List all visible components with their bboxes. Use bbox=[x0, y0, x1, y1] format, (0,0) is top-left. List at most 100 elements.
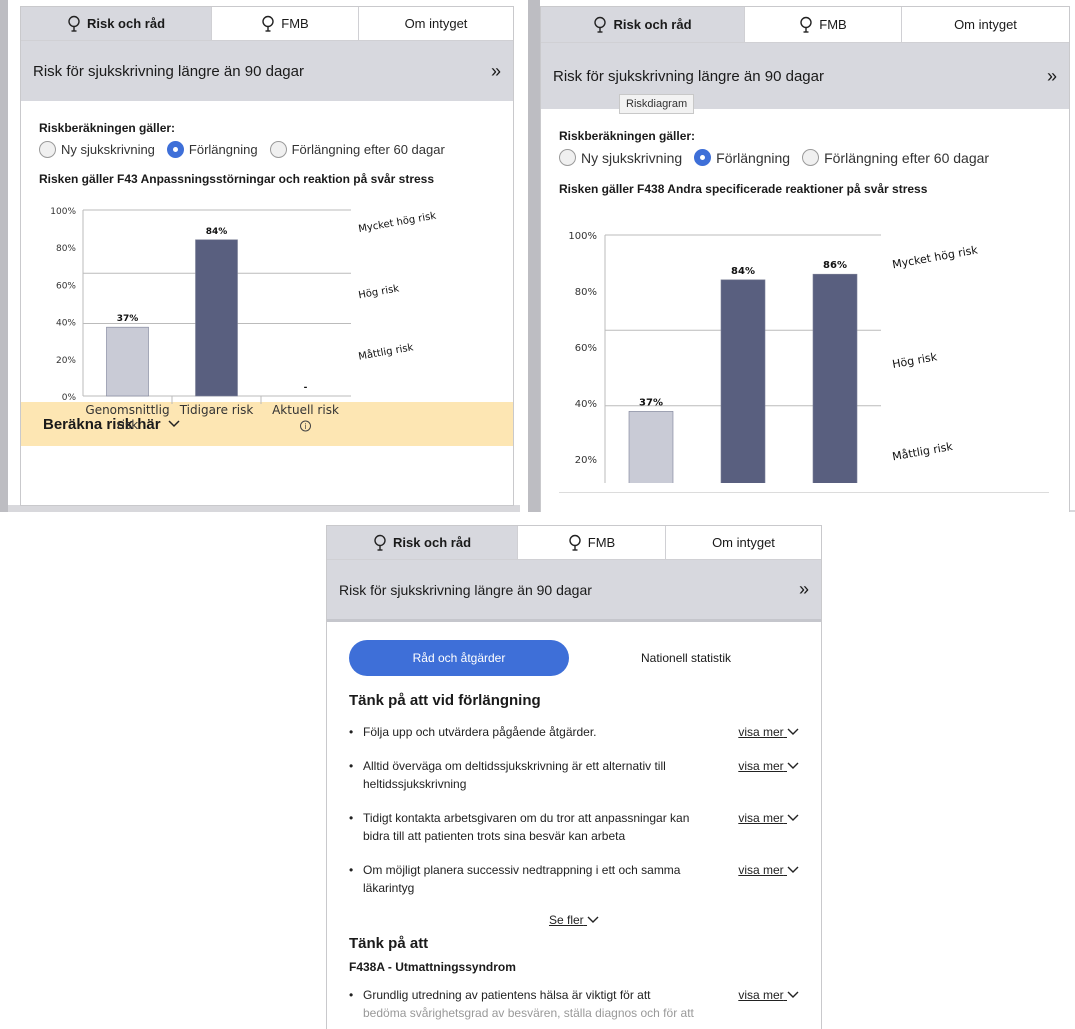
risk-panel-1: Risk och råd FMB Om intyget Risk för sju… bbox=[20, 6, 514, 506]
expand-icon[interactable]: » bbox=[799, 579, 809, 600]
y-tick-label: 80% bbox=[56, 244, 76, 254]
tab-label: Om intyget bbox=[712, 535, 775, 550]
chevron-down-icon bbox=[787, 866, 799, 873]
tab-label: Risk och råd bbox=[86, 16, 166, 31]
tab-risk-och-rad[interactable]: Risk och råd bbox=[21, 7, 211, 40]
se-fler-label: Se fler bbox=[548, 913, 584, 927]
bar bbox=[106, 326, 149, 397]
advice-line: Alltid överväga om deltidssjukskrivning … bbox=[363, 759, 666, 773]
lightbulb-icon bbox=[374, 534, 386, 551]
y-tick-label: 40% bbox=[575, 399, 597, 410]
bar-value-label: 86% bbox=[823, 260, 847, 271]
y-tick-label: 80% bbox=[575, 287, 597, 298]
lightbulb-icon bbox=[594, 16, 607, 33]
radio-label: Ny sjukskrivning bbox=[61, 142, 155, 157]
advice-text: • Alltid överväga om deltidssjukskrivning… bbox=[349, 759, 666, 791]
visa-mer-link[interactable]: visa mer bbox=[738, 723, 799, 757]
visa-mer-link[interactable]: visa mer bbox=[738, 809, 799, 861]
chart-title: Risken gäller F43 Anpassningsstörningar … bbox=[39, 172, 435, 186]
lightbulb-icon bbox=[569, 534, 581, 551]
radio-forlangning[interactable]: Förlängning bbox=[166, 141, 258, 158]
bar-value-label: - bbox=[304, 383, 308, 393]
expand-icon[interactable]: » bbox=[1047, 66, 1057, 87]
visa-mer-link[interactable]: visa mer bbox=[738, 757, 799, 809]
advice-text: • Följa upp och utvärdera pågående åtgärd… bbox=[349, 725, 597, 739]
tab-fmb[interactable]: FMB bbox=[517, 526, 665, 559]
lightbulb-icon bbox=[262, 15, 274, 32]
chevron-down-icon bbox=[787, 991, 799, 998]
advice-line: Om möjligt planera successiv nedtrappnin… bbox=[363, 863, 681, 877]
radio-label: Förlängning bbox=[188, 142, 258, 157]
chevron-down-icon bbox=[587, 916, 599, 923]
advice-body: Råd och åtgärder Nationell statistik Tän… bbox=[327, 622, 821, 1022]
tab-om-intyget[interactable]: Om intyget bbox=[665, 526, 821, 559]
tab-rad-och-atgarder[interactable]: Råd och åtgärder bbox=[349, 640, 569, 676]
risk-panel-2: Risk och råd FMB Om intyget Risk för sju… bbox=[540, 6, 1070, 512]
tab-label: Risk och råd bbox=[392, 535, 472, 550]
list-item: • Om möjligt planera successiv nedtrappni… bbox=[349, 861, 799, 905]
list-item: • Grundlig utredning av patientens hälsa … bbox=[349, 986, 799, 1022]
radio-circle bbox=[39, 141, 56, 158]
advice-line: läkarintyg bbox=[363, 881, 415, 895]
radio-label: Ny sjukskrivning bbox=[581, 149, 683, 166]
x-category-label: Genomsnittlig bbox=[85, 403, 169, 417]
risk-header-title: Risk för sjukskrivning längre än 90 daga… bbox=[33, 62, 304, 80]
y-tick-label: 40% bbox=[56, 319, 76, 329]
risk-zone-label: Mycket hög risk bbox=[891, 243, 979, 271]
radio-circle bbox=[269, 141, 287, 158]
visa-mer-label: visa mer bbox=[738, 725, 784, 739]
advice-text: • Tidigt kontakta arbetsgivaren om du tro… bbox=[349, 811, 690, 843]
y-tick-label: 20% bbox=[56, 356, 76, 366]
window-edge-left bbox=[528, 0, 540, 512]
advice-text: • Grundlig utredning av patientens hälsa … bbox=[349, 988, 694, 1020]
advice-line: Grundlig utredning av patientens hälsa ä… bbox=[363, 988, 651, 1002]
lightbulb-icon bbox=[68, 15, 80, 32]
x-category-label: risk bbox=[117, 418, 139, 432]
advice-list: • Följa upp och utvärdera pågående åtgärd… bbox=[349, 723, 799, 905]
expand-icon[interactable]: » bbox=[491, 61, 501, 82]
risk-header: Risk för sjukskrivning längre än 90 daga… bbox=[327, 560, 821, 622]
window-edge-left bbox=[0, 0, 8, 512]
tab-risk-och-rad[interactable]: Risk och råd bbox=[541, 7, 744, 42]
chart-title: Risken gäller F438 Andra specificerade r… bbox=[559, 182, 928, 196]
chevron-down-icon bbox=[787, 814, 799, 821]
tab-bar: Risk och råd FMB Om intyget bbox=[21, 7, 513, 41]
tab-label: Om intyget bbox=[954, 17, 1017, 32]
advice-line: Följa upp och utvärdera pågående åtgärde… bbox=[363, 725, 597, 739]
visa-mer-label: visa mer bbox=[738, 988, 784, 1002]
section-heading: Tänk på att vid förlängning bbox=[349, 692, 541, 709]
bar bbox=[720, 279, 766, 483]
tab-om-intyget[interactable]: Om intyget bbox=[358, 7, 513, 40]
se-fler-link[interactable]: Se fler bbox=[549, 913, 599, 927]
tab-risk-och-rad[interactable]: Risk och råd bbox=[327, 526, 517, 559]
tab-fmb[interactable]: FMB bbox=[211, 7, 358, 40]
tab-om-intyget[interactable]: Om intyget bbox=[901, 7, 1069, 42]
visa-mer-link[interactable]: visa mer bbox=[738, 861, 799, 905]
visa-mer-link[interactable]: visa mer bbox=[738, 986, 799, 1022]
tab-bar: Risk och råd FMB Om intyget bbox=[327, 526, 821, 560]
tab-fmb[interactable]: FMB bbox=[744, 7, 901, 42]
y-tick-label: 60% bbox=[575, 343, 597, 354]
radio-ny-sjukskrivning[interactable]: Ny sjukskrivning bbox=[559, 149, 682, 166]
radio-forlangning[interactable]: Förlängning bbox=[694, 149, 790, 166]
radio-label: Förlängning efter 60 dagar bbox=[291, 142, 445, 157]
risk-zone-label: Mycket hög risk bbox=[358, 211, 438, 236]
risk-header-title: Risk för sjukskrivning längre än 90 daga… bbox=[553, 67, 824, 85]
y-tick-label: 100% bbox=[568, 231, 597, 242]
radio-circle bbox=[559, 149, 576, 166]
risk-body: Riskberäkningen gäller: Ny sjukskrivning… bbox=[541, 109, 1069, 507]
radio-forlangning-60[interactable]: Förlängning efter 60 dagar bbox=[802, 149, 989, 166]
risk-chart-1: 0% 20% 40% 60% 80% 100% 37% Genomsnittligrisk 84… bbox=[50, 207, 438, 432]
bar-value-label: 84% bbox=[731, 266, 755, 277]
risk-chart-2: 0%20%40%60%80%100%37%Genomsnittligrisk84… bbox=[568, 231, 979, 483]
bar-value-label: 84% bbox=[206, 227, 228, 237]
chevron-down-icon bbox=[787, 762, 799, 769]
radio-forlangning-60[interactable]: Förlängning efter 60 dagar bbox=[269, 141, 445, 158]
list-item: • Följa upp och utvärdera pågående åtgärd… bbox=[349, 723, 799, 757]
se-fler-row: Se fler bbox=[349, 913, 799, 927]
tab-nationell-statistik[interactable]: Nationell statistik bbox=[641, 651, 731, 665]
radio-ny-sjukskrivning[interactable]: Ny sjukskrivning bbox=[39, 141, 155, 158]
visa-mer-label: visa mer bbox=[738, 759, 784, 773]
advice-line: bidra till att patienten trots sina besv… bbox=[363, 829, 626, 843]
lightbulb-icon bbox=[800, 16, 812, 33]
